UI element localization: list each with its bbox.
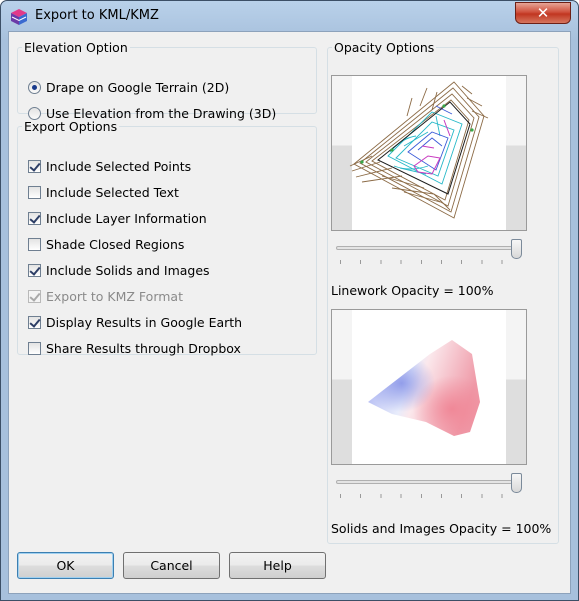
- linework-preview-image: [349, 81, 489, 219]
- linework-opacity-slider[interactable]: [336, 239, 522, 269]
- linework-opacity-thumb[interactable]: [511, 239, 522, 259]
- checkbox-display-google-earth-box[interactable]: [28, 315, 41, 329]
- radio-drawing-elevation-control[interactable]: [28, 106, 41, 120]
- checkbox-include-selected-points[interactable]: Include Selected Points: [28, 157, 191, 175]
- checkbox-include-selected-text-label: Include Selected Text: [46, 184, 179, 200]
- dialog-client: Elevation Option Drape on Google Terrain…: [8, 31, 571, 594]
- solids-opacity-thumb[interactable]: [511, 473, 522, 493]
- linework-preview: [331, 75, 527, 231]
- solids-opacity-label: Solids and Images Opacity = 100%: [331, 521, 552, 536]
- checkbox-share-dropbox-box[interactable]: [28, 341, 41, 355]
- checkbox-share-dropbox[interactable]: Share Results through Dropbox: [28, 339, 241, 357]
- radio-drape-terrain-control[interactable]: [28, 80, 41, 94]
- radio-drape-terrain-label: Drape on Google Terrain (2D): [46, 79, 230, 95]
- checkbox-include-selected-points-box[interactable]: [28, 159, 41, 173]
- checkbox-include-solids-images-label: Include Solids and Images: [46, 262, 210, 278]
- linework-opacity-track[interactable]: [336, 246, 522, 250]
- export-options-group: Export Options Include Selected Points I…: [17, 119, 317, 357]
- checkbox-shade-closed-regions[interactable]: Shade Closed Regions: [28, 235, 184, 253]
- checkbox-include-selected-text[interactable]: Include Selected Text: [28, 183, 179, 201]
- radio-drape-terrain[interactable]: Drape on Google Terrain (2D): [28, 78, 229, 96]
- ok-button[interactable]: OK: [17, 552, 114, 579]
- help-button[interactable]: Help: [229, 552, 326, 579]
- checkbox-display-google-earth[interactable]: Display Results in Google Earth: [28, 313, 242, 331]
- checkbox-export-kmz-format: Export to KMZ Format: [28, 287, 183, 305]
- checkbox-include-selected-text-box[interactable]: [28, 185, 41, 199]
- checkbox-display-google-earth-label: Display Results in Google Earth: [46, 314, 243, 330]
- checkbox-include-layer-information-label: Include Layer Information: [46, 210, 207, 226]
- checkbox-share-dropbox-label: Share Results through Dropbox: [46, 340, 241, 356]
- elevation-option-group: Elevation Option Drape on Google Terrain…: [17, 40, 317, 121]
- checkbox-include-selected-points-label: Include Selected Points: [46, 158, 192, 174]
- checkbox-include-layer-information[interactable]: Include Layer Information: [28, 209, 207, 227]
- linework-opacity-label: Linework Opacity = 100%: [331, 283, 494, 298]
- elevation-option-legend: Elevation Option: [24, 40, 128, 55]
- checkbox-shade-closed-regions-box[interactable]: [28, 237, 41, 251]
- checkbox-export-kmz-format-box: [28, 289, 41, 303]
- solids-preview: [331, 309, 527, 465]
- app-logo-icon: [11, 9, 27, 25]
- opacity-options-legend: Opacity Options: [334, 40, 435, 55]
- close-button[interactable]: ✕: [515, 2, 571, 24]
- cancel-button[interactable]: Cancel: [123, 552, 220, 579]
- dialog-window: Export to KML/KMZ ✕ Elevation Option Dra…: [0, 0, 579, 601]
- solids-opacity-track[interactable]: [336, 480, 522, 484]
- opacity-options-group: Opacity Options Linework Opacity = 100% …: [327, 40, 559, 544]
- checkbox-shade-closed-regions-label: Shade Closed Regions: [46, 236, 185, 252]
- checkbox-include-solids-images[interactable]: Include Solids and Images: [28, 261, 210, 279]
- title-bar[interactable]: Export to KML/KMZ ✕: [1, 1, 578, 31]
- checkbox-include-layer-information-box[interactable]: [28, 211, 41, 225]
- checkbox-export-kmz-format-label: Export to KMZ Format: [46, 288, 183, 304]
- checkbox-include-solids-images-box[interactable]: [28, 263, 41, 277]
- export-options-legend: Export Options: [24, 119, 118, 134]
- solids-preview-image: [368, 340, 480, 436]
- window-title: Export to KML/KMZ: [35, 8, 159, 23]
- solids-opacity-slider[interactable]: [336, 473, 522, 503]
